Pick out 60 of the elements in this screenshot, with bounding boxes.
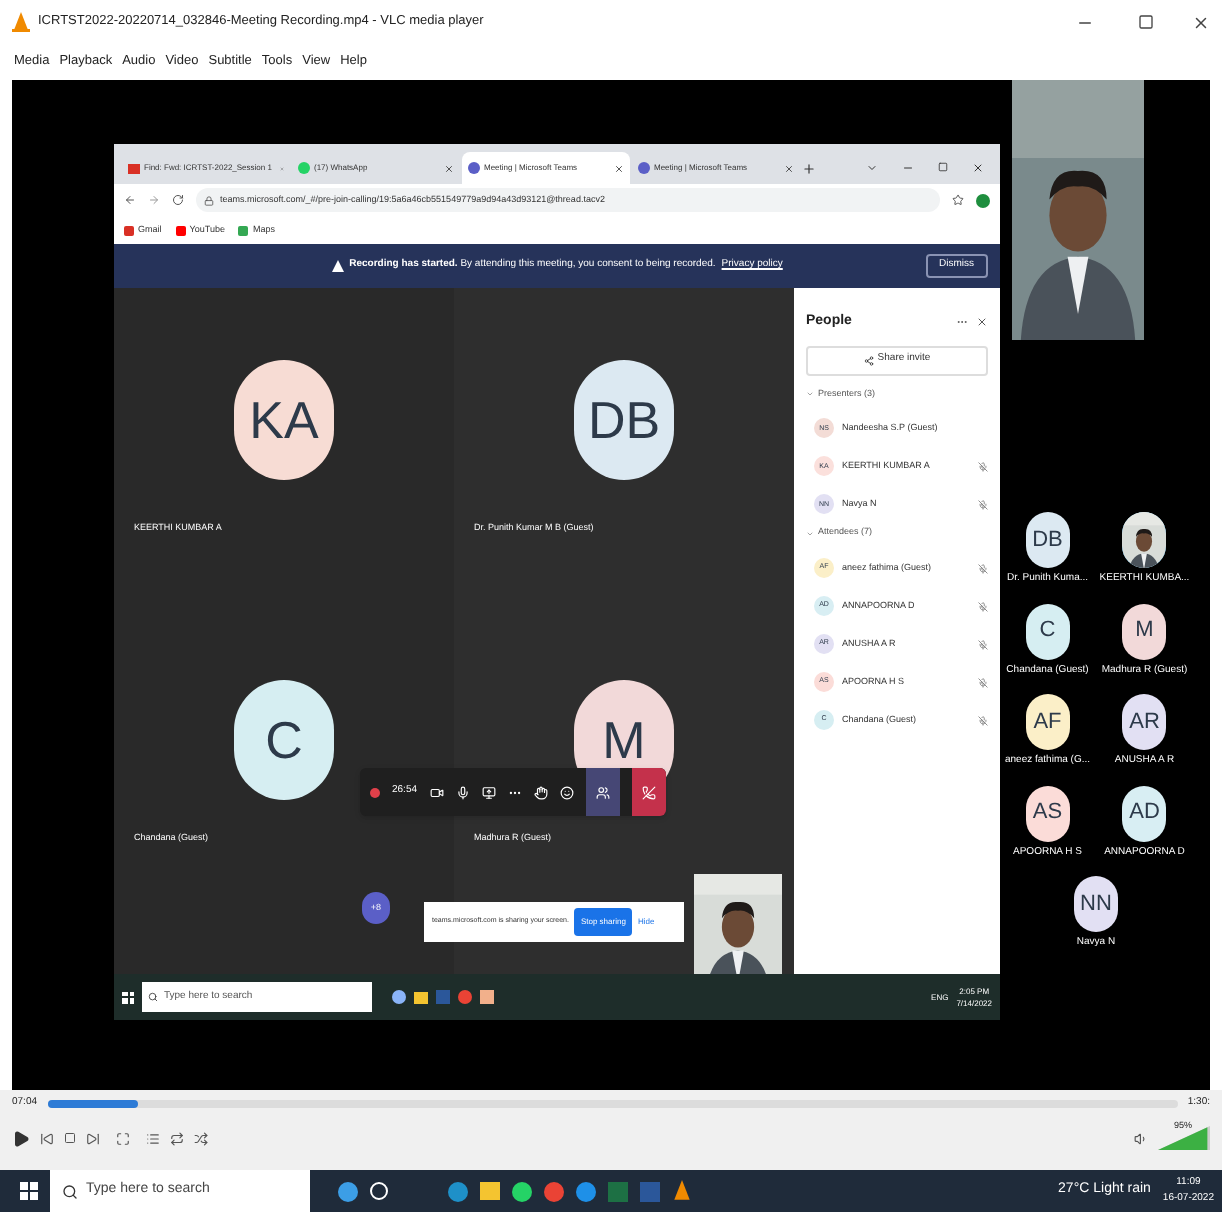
close-icon[interactable]: [972, 162, 984, 174]
hand-icon[interactable]: [533, 785, 548, 799]
phone-icon: [641, 785, 656, 799]
avatar: AF: [1025, 694, 1070, 750]
search-icon: [148, 992, 158, 1002]
camera-icon[interactable]: [429, 785, 444, 799]
chevron-icon[interactable]: [866, 162, 878, 174]
people-icon: [595, 785, 610, 799]
mail-icon: [128, 163, 140, 173]
browser-icon[interactable]: [458, 990, 472, 1004]
avatar: DB: [1025, 512, 1070, 568]
maximize-icon[interactable]: [938, 162, 948, 172]
avatar: NN: [1074, 876, 1118, 932]
fullscreen-icon[interactable]: [116, 1131, 130, 1145]
avatar: AS: [1025, 785, 1070, 841]
avatar: C: [1025, 603, 1070, 659]
leave-button[interactable]: [631, 768, 666, 816]
cone-icon[interactable]: [672, 1180, 692, 1202]
loop-icon[interactable]: [170, 1131, 184, 1145]
avatar: AR: [1122, 694, 1167, 750]
close-icon[interactable]: [1192, 13, 1210, 31]
avatar: AD: [1122, 785, 1167, 841]
lock-icon: [204, 195, 214, 205]
reload-icon[interactable]: [172, 194, 184, 206]
chat-icon: [298, 162, 310, 174]
maximize-icon[interactable]: [1138, 14, 1154, 30]
share-screen-icon[interactable]: [481, 785, 496, 799]
volume-slider[interactable]: [1158, 1126, 1210, 1150]
warning-icon: [331, 260, 344, 272]
volume-icon[interactable]: [1134, 1131, 1148, 1145]
folder-icon[interactable]: [414, 991, 428, 1003]
new-tab-icon[interactable]: [802, 162, 816, 176]
previous-icon[interactable]: [40, 1131, 54, 1145]
profile-icon[interactable]: [976, 193, 990, 207]
browser-icon[interactable]: [544, 1181, 564, 1201]
app-icon[interactable]: [512, 1181, 532, 1201]
teams-icon: [638, 162, 650, 174]
avatar: DB: [574, 360, 674, 480]
next-icon[interactable]: [86, 1131, 100, 1145]
reaction-icon[interactable]: [559, 785, 574, 799]
back-icon[interactable]: [124, 194, 136, 206]
shuffle-icon[interactable]: [194, 1131, 208, 1145]
avatar: C: [234, 680, 334, 800]
teams-icon: [468, 162, 480, 174]
playlist-icon[interactable]: [146, 1131, 160, 1145]
star-icon[interactable]: [952, 194, 964, 206]
windows-icon[interactable]: [122, 991, 134, 1003]
avatar: KA: [234, 360, 334, 480]
cone-icon: [12, 12, 30, 32]
people-button[interactable]: [585, 768, 620, 816]
windows-icon[interactable]: [20, 1182, 38, 1200]
app-icon[interactable]: [392, 990, 406, 1004]
microphone-icon[interactable]: [455, 785, 470, 799]
search-icon: [62, 1183, 78, 1199]
avatar: M: [1122, 603, 1167, 659]
share-icon: [863, 355, 874, 365]
stop-icon[interactable]: [64, 1132, 76, 1144]
close-icon[interactable]: [976, 316, 988, 329]
minimize-icon[interactable]: [902, 162, 914, 174]
play-icon[interactable]: [12, 1129, 30, 1147]
